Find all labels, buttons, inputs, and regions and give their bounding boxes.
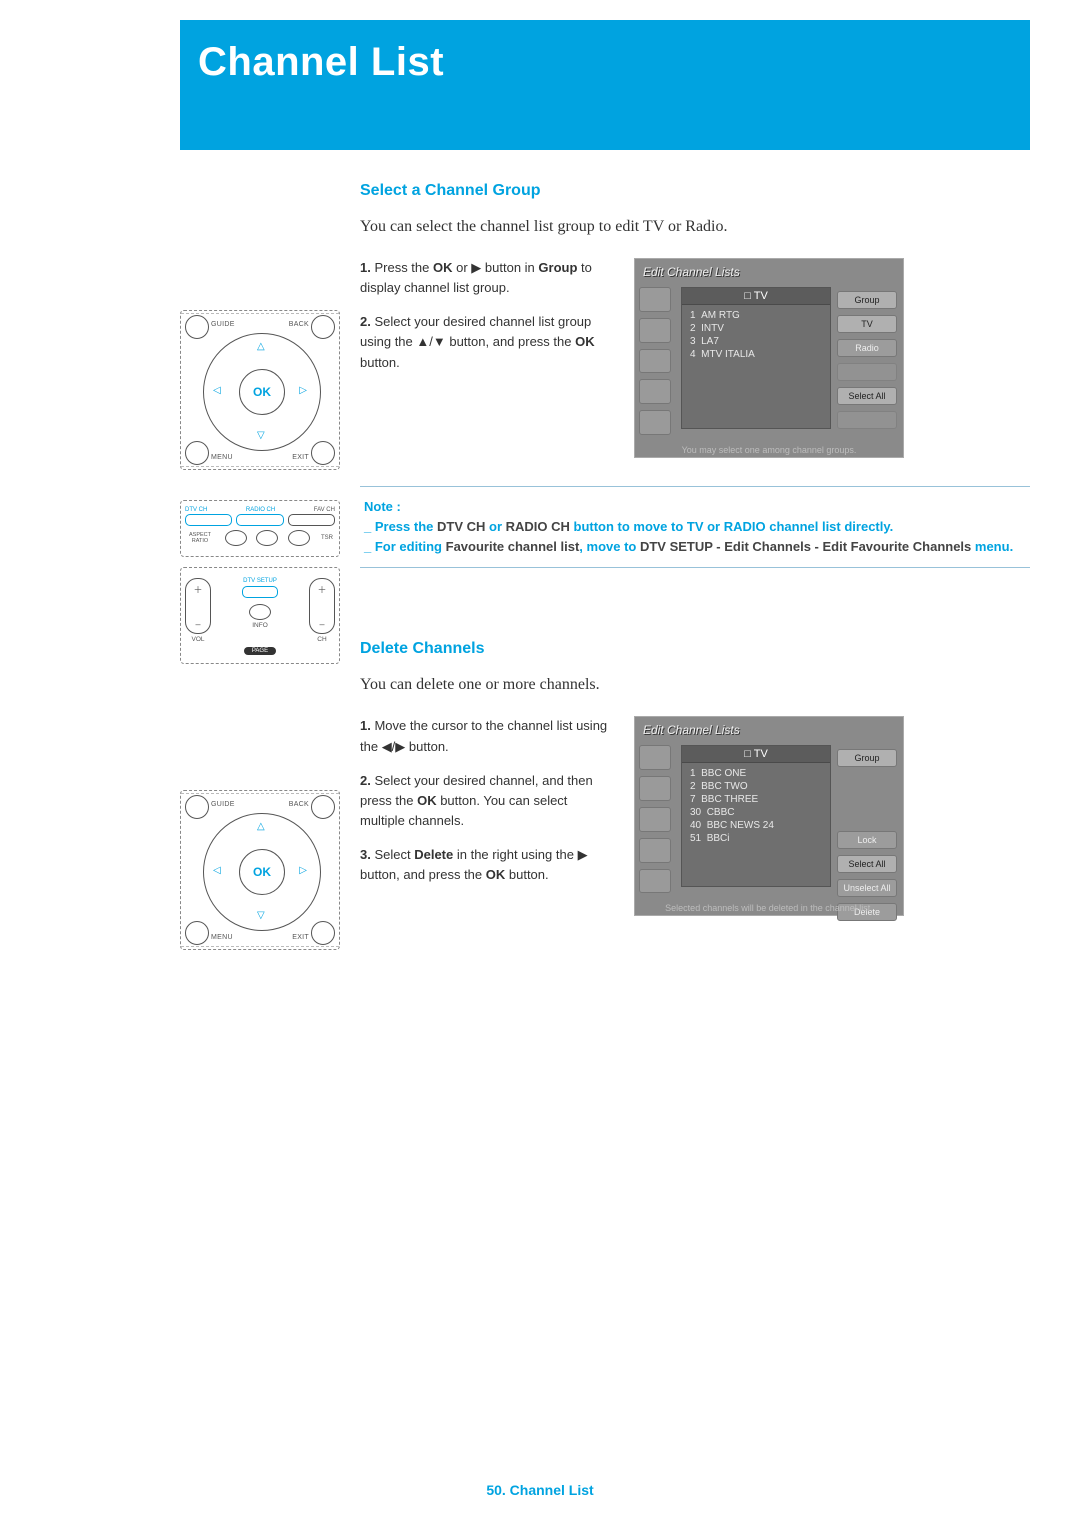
page-footer: 50. Channel List: [0, 1482, 1080, 1498]
section-intro: You can select the channel list group to…: [360, 218, 1030, 236]
screenshot-edit-channel-lists-2: Edit Channel Lists □ TV 1 BBC ONE 2 BBC …: [634, 716, 904, 916]
shot2-btn-lock: Lock: [837, 831, 897, 849]
shot2-btn-group: Group: [837, 749, 897, 767]
shot1-btn-radio: Radio: [837, 339, 897, 357]
section-intro-delete: You can delete one or more channels.: [360, 676, 1030, 694]
remote-diagram-navpad-2: GUIDE BACK MENU EXIT OK △ ▽ ◁ ▷: [180, 790, 340, 950]
remote-diagram-navpad-1: GUIDE BACK MENU EXIT OK △ ▽ ◁ ▷: [180, 310, 340, 470]
shot1-btn-selectall: Select All: [837, 387, 897, 405]
shot1-btn-group: Group: [837, 291, 897, 309]
shot2-btn-unselectall: Unselect All: [837, 879, 897, 897]
screenshot-edit-channel-lists-1: Edit Channel Lists □ TV 1 AM RTG 2 INTV …: [634, 258, 904, 458]
shot2-btn-selectall: Select All: [837, 855, 897, 873]
remote-diagram-buttons: DTV CHRADIO CHFAV CH ASPECT RATIOTSR ＋– …: [180, 500, 340, 664]
remote-ok-button: OK: [239, 369, 285, 415]
shot1-btn-tv: TV: [837, 315, 897, 333]
steps-select-group: 1. Press the OK or ▶ button in Group to …: [360, 258, 610, 387]
note-block: Note : _ Press the DTV CH or RADIO CH bu…: [360, 486, 1030, 568]
page-banner: Channel List: [180, 20, 1030, 150]
page-title: Channel List: [180, 20, 1030, 85]
section-heading-select-group: Select a Channel Group: [360, 182, 1030, 200]
section-heading-delete: Delete Channels: [360, 640, 1030, 658]
steps-delete: 1. Move the cursor to the channel list u…: [360, 716, 610, 899]
